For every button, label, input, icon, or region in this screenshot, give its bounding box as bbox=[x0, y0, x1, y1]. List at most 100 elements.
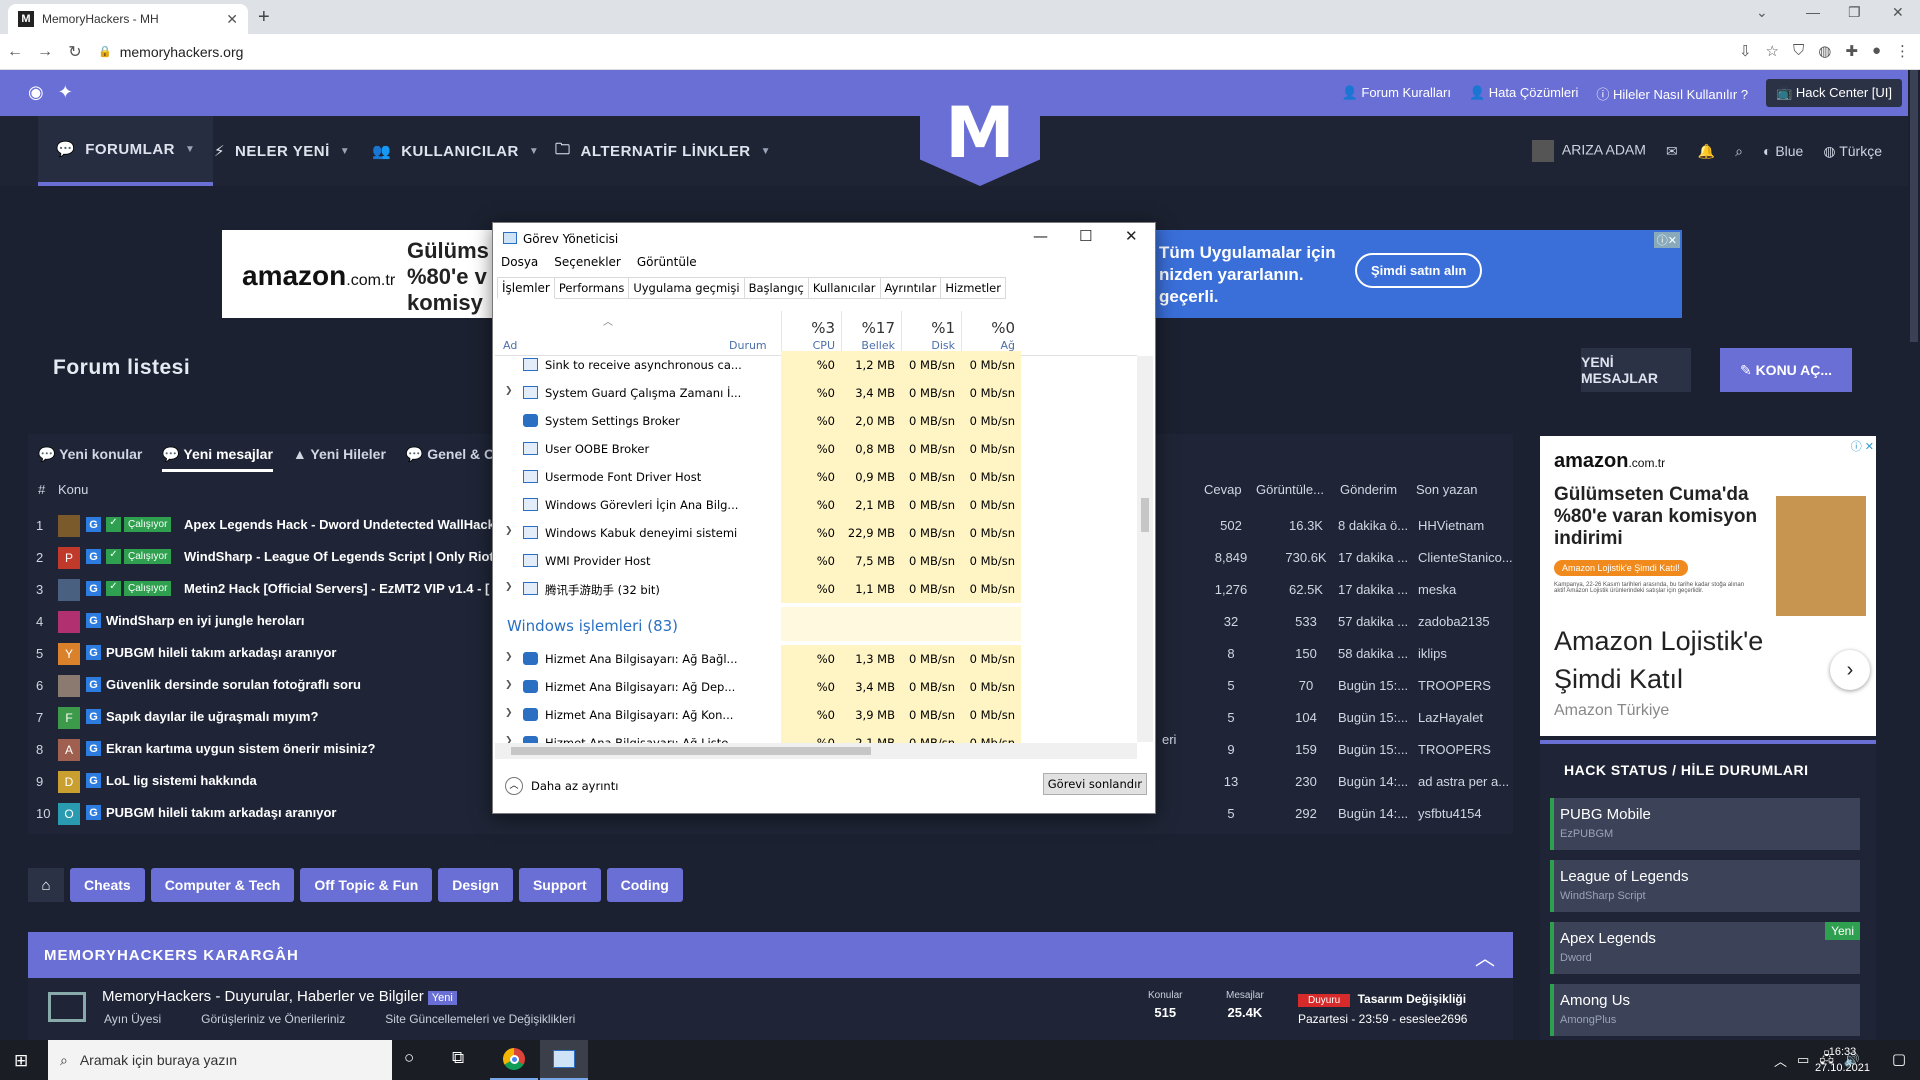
avatar[interactable]: P bbox=[58, 547, 80, 569]
tab-new-posts[interactable]: 💬 Yeni mesajlar bbox=[162, 446, 273, 472]
close-tab-icon[interactable]: ✕ bbox=[226, 11, 238, 28]
menu-file[interactable]: Dosya bbox=[501, 255, 538, 269]
expand-chevron-icon[interactable]: ❯ bbox=[505, 680, 513, 690]
windows-start-icon[interactable]: ⊞ bbox=[14, 1051, 28, 1071]
discord-icon[interactable]: ◉ bbox=[28, 82, 44, 103]
expand-chevron-icon[interactable]: ❯ bbox=[505, 526, 513, 536]
col-network[interactable]: %0 Ağ bbox=[961, 311, 1021, 356]
hack-status-item[interactable]: PUBG Mobile EzPUBGM bbox=[1550, 798, 1860, 850]
end-task-button[interactable]: Görevi sonlandır bbox=[1042, 773, 1147, 795]
shield-extension-icon[interactable]: ⛉ bbox=[1793, 42, 1804, 60]
tab-performance[interactable]: Performans bbox=[554, 277, 630, 299]
category-support[interactable]: Support bbox=[518, 868, 601, 902]
url-field[interactable]: 🔒 memoryhackers.org bbox=[98, 44, 243, 60]
sidebar-ad[interactable]: amazon.com.tr Gülümseten Cuma'da %80'e v… bbox=[1540, 436, 1876, 736]
inbox-icon[interactable]: ✉ bbox=[1666, 143, 1678, 160]
new-messages-button[interactable]: YENİ MESAJLAR bbox=[1581, 348, 1691, 392]
task-manager-taskbar-button[interactable] bbox=[540, 1040, 588, 1080]
collapse-chevron-icon[interactable]: ︿ bbox=[1475, 942, 1495, 971]
search-icon[interactable]: ⌕ bbox=[1735, 143, 1743, 160]
thread-title[interactable]: Ekran kartıma uygun sistem önerir misini… bbox=[106, 741, 375, 756]
scrollbar-thumb[interactable] bbox=[511, 747, 871, 755]
thread-title[interactable]: PUBGM hileli takım arkadaşı aranıyor bbox=[106, 645, 336, 660]
globe-extension-icon[interactable]: ◍ bbox=[1818, 42, 1831, 60]
toplink[interactable]: 📺 Hack Center [UI] bbox=[1766, 79, 1902, 107]
process-group[interactable]: Windows işlemleri (83) bbox=[495, 607, 1137, 641]
process-row[interactable]: ❯ Hizmet Ana Bilgisayarı: Ağ Bağl... %0 1,3… bbox=[495, 645, 1137, 673]
tab-users[interactable]: Kullanıcılar bbox=[808, 277, 881, 299]
last-poster[interactable]: ysfbtu4154 bbox=[1418, 806, 1482, 821]
ad-buy-button[interactable]: Şimdi satın alın bbox=[1355, 253, 1483, 288]
browser-tab[interactable]: M MemoryHackers - MH ✕ bbox=[8, 4, 248, 34]
chevron-right-icon[interactable]: › bbox=[1830, 650, 1870, 690]
avatar[interactable] bbox=[58, 675, 80, 697]
install-icon[interactable]: ⇩ bbox=[1739, 42, 1752, 60]
tab-app-history[interactable]: Uygulama geçmişi bbox=[629, 277, 745, 299]
tray-chevron-icon[interactable]: ︿ bbox=[1774, 1051, 1787, 1070]
last-poster[interactable]: HHVietnam bbox=[1418, 518, 1484, 533]
sublink[interactable]: Site Güncellemeleri ve Değişiklikleri bbox=[385, 1012, 575, 1026]
last-poster[interactable]: ClienteStanico... bbox=[1418, 550, 1513, 565]
col-replies[interactable]: Cevap bbox=[1204, 482, 1242, 497]
avatar[interactable]: Y bbox=[58, 643, 80, 665]
tab-search-icon[interactable]: ⌄ bbox=[1756, 4, 1768, 21]
category-computer-tech[interactable]: Computer & Tech bbox=[150, 868, 295, 902]
tm-titlebar[interactable]: Görev Yöneticisi — ☐ ✕ bbox=[493, 223, 1155, 253]
tab-startup[interactable]: Başlangıç bbox=[744, 277, 809, 299]
process-row[interactable]: Sink to receive asynchronous ca... %0 1,2 … bbox=[495, 351, 1137, 379]
process-row[interactable]: ❯ System Guard Çalışma Zamanı İ... %0 3,4 M… bbox=[495, 379, 1137, 407]
scrollbar-thumb[interactable] bbox=[1910, 70, 1918, 342]
col-disk[interactable]: %1 Disk bbox=[901, 311, 961, 356]
thread-title[interactable]: LoL lig sistemi hakkında bbox=[106, 773, 257, 788]
process-row[interactable]: ❯ Windows Kabuk deneyimi sistemi %0 22,9 MB… bbox=[495, 519, 1137, 547]
hack-status-item[interactable]: League of Legends WindSharp Script bbox=[1550, 860, 1860, 912]
bell-icon[interactable]: 🔔 bbox=[1698, 143, 1715, 160]
more-menu-icon[interactable]: ⋮ bbox=[1895, 42, 1910, 60]
expand-chevron-icon[interactable]: ❯ bbox=[505, 652, 513, 662]
category-coding[interactable]: Coding bbox=[606, 868, 683, 902]
cortana-icon[interactable]: ○ bbox=[404, 1048, 414, 1068]
menu-options[interactable]: Seçenekler bbox=[554, 255, 621, 269]
nav-alt-links[interactable]: 🗀 ALTERNATİF LİNKLER ▼ bbox=[555, 116, 771, 186]
lock-icon[interactable]: 🔒 bbox=[98, 45, 112, 58]
last-poster[interactable]: zadoba2135 bbox=[1418, 614, 1490, 629]
avatar[interactable]: A bbox=[58, 739, 80, 761]
thread-title[interactable]: Metin2 Hack [Official Servers] - EzMT2 V… bbox=[184, 581, 489, 596]
ad-close-icon[interactable]: ⓘ ✕ bbox=[1851, 438, 1874, 454]
avatar[interactable]: D bbox=[58, 771, 80, 793]
hack-status-item[interactable]: Apex Legends Dword Yeni bbox=[1550, 922, 1860, 974]
ad-close-icon[interactable]: ⓘ✕ bbox=[1653, 232, 1680, 248]
last-poster[interactable]: meska bbox=[1418, 582, 1456, 597]
back-icon[interactable]: ← bbox=[0, 43, 30, 61]
category-off-topic[interactable]: Off Topic & Fun bbox=[300, 868, 433, 902]
task-view-icon[interactable]: ⧉ bbox=[452, 1048, 464, 1068]
process-row[interactable]: WMI Provider Host %0 7,5 MB 0 MB/sn 0 Mb/sn bbox=[495, 547, 1137, 575]
new-tab-icon[interactable]: + bbox=[258, 6, 270, 29]
thread-title[interactable]: WindSharp en iyi jungle heroları bbox=[106, 613, 305, 628]
expand-chevron-icon[interactable]: ❯ bbox=[505, 708, 513, 718]
minimize-icon[interactable]: — bbox=[1033, 227, 1048, 245]
thread-title[interactable]: Sapık dayılar ile uğraşmalı mıyım? bbox=[106, 709, 318, 724]
maximize-icon[interactable]: ☐ bbox=[1079, 227, 1092, 245]
less-details-button[interactable]: ︿ Daha az ayrıntı bbox=[505, 777, 618, 795]
avatar[interactable] bbox=[58, 611, 80, 633]
last-poster[interactable]: LazHayalet bbox=[1418, 710, 1483, 725]
minimize-icon[interactable]: — bbox=[1806, 4, 1820, 20]
col-memory[interactable]: %17 Bellek bbox=[841, 311, 901, 356]
process-row[interactable]: System Settings Broker %0 2,0 MB 0 MB/sn 0 M… bbox=[495, 407, 1137, 435]
avatar[interactable]: O bbox=[58, 803, 80, 825]
avatar[interactable]: F bbox=[58, 707, 80, 729]
process-row[interactable]: Windows Görevleri İçin Ana Bilg... %0 2,1 … bbox=[495, 491, 1137, 519]
process-row[interactable]: ❯ Hizmet Ana Bilgisayarı: Ağ Kon... %0 3,9 … bbox=[495, 701, 1137, 729]
new-topic-button[interactable]: ✎ KONU AÇ... bbox=[1720, 348, 1852, 392]
process-row[interactable]: ❯ 腾讯手游助手 (32 bit) %0 1,1 MB 0 MB/sn 0 Mb/sn bbox=[495, 575, 1137, 603]
category-design[interactable]: Design bbox=[438, 868, 513, 902]
toplink[interactable]: 👤 Hata Çözümleri bbox=[1469, 85, 1578, 101]
expand-chevron-icon[interactable]: ❯ bbox=[505, 582, 513, 592]
sublink[interactable]: Görüşleriniz ve Önerileriniz bbox=[201, 1012, 345, 1026]
avatar[interactable] bbox=[58, 515, 80, 537]
thread-title[interactable]: PUBGM hileli takım arkadaşı aranıyor bbox=[106, 805, 336, 820]
last-poster[interactable]: TROOPERS bbox=[1418, 742, 1491, 757]
clock[interactable]: 16:33 27.10.2021 bbox=[1815, 1044, 1870, 1076]
process-row[interactable]: Usermode Font Driver Host %0 0,9 MB 0 MB/sn… bbox=[495, 463, 1137, 491]
